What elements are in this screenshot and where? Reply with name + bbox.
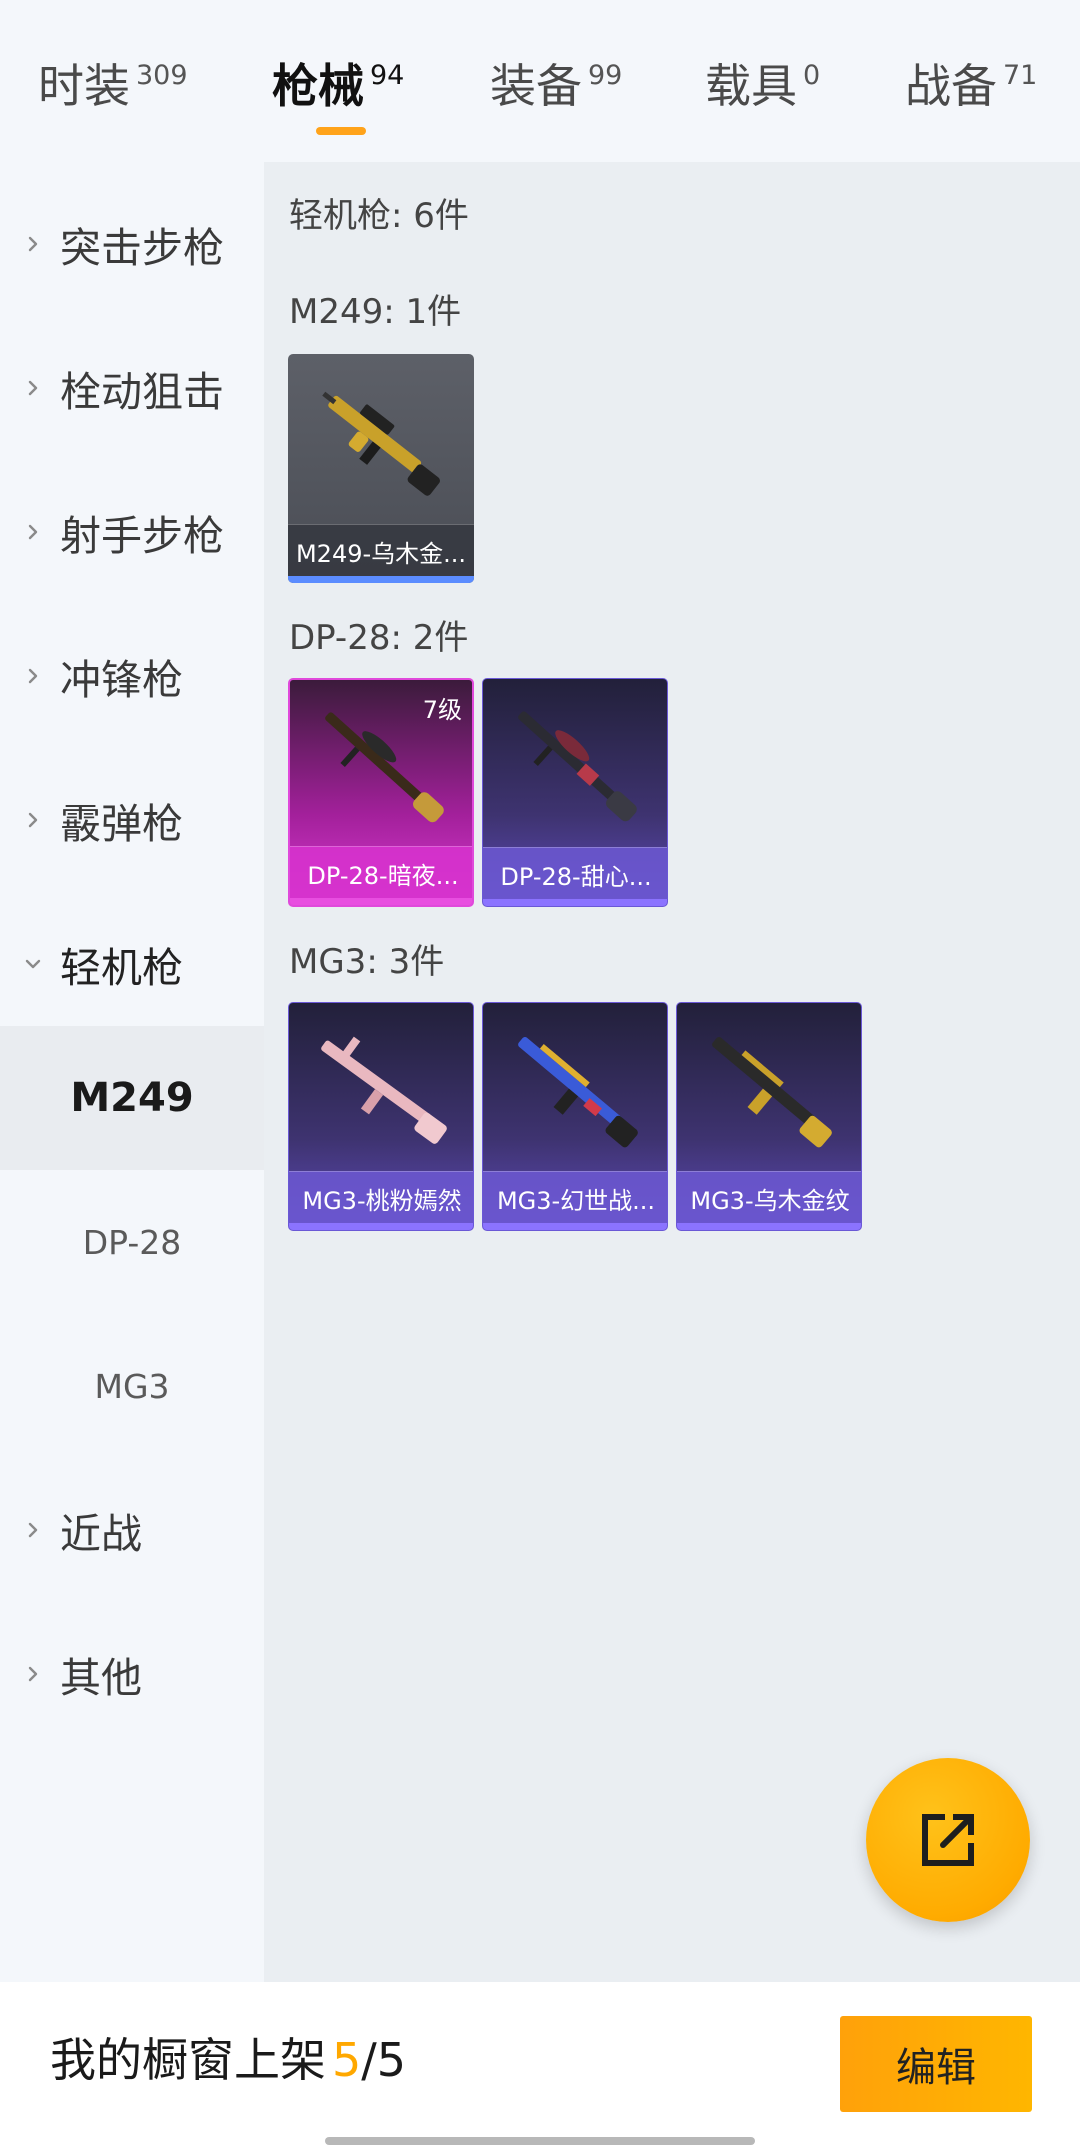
skin-card[interactable]: MG3-桃粉嫣然 <box>288 1002 474 1231</box>
sidebar-item-label: 其他 <box>60 1654 142 1702</box>
chevron-right-icon <box>24 1521 42 1539</box>
skin-card[interactable]: MG3-幻世战... <box>482 1002 668 1231</box>
skin-card[interactable]: DP-28-甜心... <box>482 678 668 907</box>
sidebar-item-marksman-rifle[interactable]: 射手步枪 <box>0 460 264 604</box>
rarity-strip <box>290 898 472 905</box>
sidebar-item-melee[interactable]: 近战 <box>0 1458 264 1602</box>
chevron-down-icon <box>24 955 42 973</box>
group-title-dp28: DP-28: 2件 <box>289 618 469 658</box>
skin-card[interactable]: MG3-乌木金纹 <box>676 1002 862 1231</box>
share-external-icon <box>922 1814 974 1866</box>
tab-label: 载具 <box>705 59 797 113</box>
tab-label: 战备 <box>905 59 997 113</box>
sidebar-item-assault-rifle[interactable]: 突击步枪 <box>0 172 264 316</box>
skin-name: M249-乌木金... <box>288 524 474 577</box>
sidebar-item-label: 射手步枪 <box>60 512 224 560</box>
active-tab-indicator <box>316 127 366 135</box>
tab-vehicles[interactable]: 载具 0 <box>705 56 820 116</box>
lmg-ebony-gold-icon <box>712 1036 832 1148</box>
showcase-status: 我的橱窗上架 5 /5 <box>50 2024 406 2090</box>
showcase-bar: 我的橱窗上架 5 /5 编辑 <box>0 1982 1080 2149</box>
category-tab-bar: 时装 309 枪械 94 装备 99 载具 0 战备 71 <box>0 0 1080 162</box>
sidebar-item-label: 轻机枪 <box>60 944 183 992</box>
rarity-strip <box>483 899 667 906</box>
chevron-right-icon <box>24 523 42 541</box>
sidebar-item-label: 突击步枪 <box>60 224 224 272</box>
tab-count: 71 <box>1003 60 1038 91</box>
chevron-right-icon <box>24 1665 42 1683</box>
weapon-skin-list: 轻机枪: 6件 M249: 1件 M249-乌木金... DP-28: 2件 7… <box>264 162 1080 1982</box>
edit-button[interactable]: 编辑 <box>840 2016 1032 2112</box>
tab-equipment[interactable]: 装备 99 <box>490 56 622 116</box>
skin-name: MG3-乌木金纹 <box>677 1171 861 1224</box>
lmg-blue-gold-icon <box>518 1036 638 1148</box>
skin-name: MG3-桃粉嫣然 <box>289 1171 473 1224</box>
chevron-right-icon <box>24 667 42 685</box>
tab-count: 0 <box>803 60 821 91</box>
skin-name: DP-28-甜心... <box>483 847 667 900</box>
sidebar-item-other[interactable]: 其他 <box>0 1602 264 1746</box>
skin-name: MG3-幻世战... <box>483 1171 667 1224</box>
rarity-strip <box>289 1223 473 1230</box>
tab-count: 309 <box>136 60 188 91</box>
sidebar-item-label: 栓动狙击 <box>60 368 224 416</box>
group-title-m249: M249: 1件 <box>289 292 462 332</box>
home-indicator[interactable] <box>325 2137 755 2145</box>
sidebar-subitem-m249[interactable]: M249 <box>0 1026 264 1170</box>
skin-card[interactable]: M249-乌木金... <box>288 354 474 583</box>
tab-gear[interactable]: 战备 71 <box>905 56 1037 116</box>
rarity-strip <box>677 1223 861 1230</box>
group-title-mg3: MG3: 3件 <box>289 942 445 982</box>
tab-label: 时装 <box>38 59 130 113</box>
chevron-right-icon <box>24 379 42 397</box>
tab-firearms[interactable]: 枪械 94 <box>272 56 404 116</box>
chevron-right-icon <box>24 811 42 829</box>
skin-name: DP-28-暗夜... <box>290 846 472 899</box>
rarity-strip <box>483 1223 667 1230</box>
chevron-right-icon <box>24 235 42 253</box>
tab-label: 枪械 <box>272 59 364 113</box>
sidebar-subitem-mg3[interactable]: MG3 <box>0 1314 264 1458</box>
sidebar-item-bolt-sniper[interactable]: 栓动狙击 <box>0 316 264 460</box>
lmg-gold-icon <box>322 391 440 496</box>
sidebar-item-label: 霰弹枪 <box>60 800 183 848</box>
sidebar-item-smg[interactable]: 冲锋枪 <box>0 604 264 748</box>
skin-card[interactable]: 7级 DP-28-暗夜... <box>288 678 474 907</box>
showcase-total-count: /5 <box>361 2033 407 2087</box>
showcase-current-count: 5 <box>332 2033 362 2087</box>
tab-count: 94 <box>370 60 405 91</box>
level-badge: 7级 <box>422 696 462 724</box>
sidebar-item-label: 近战 <box>60 1510 142 1558</box>
lmg-red-black-icon <box>518 711 637 822</box>
rarity-strip <box>288 576 474 583</box>
sidebar-item-shotgun[interactable]: 霰弹枪 <box>0 748 264 892</box>
sidebar-item-label: 冲锋枪 <box>60 656 183 704</box>
sidebar-item-lmg[interactable]: 轻机枪 <box>0 892 264 1036</box>
lmg-pink-icon <box>321 1036 447 1144</box>
tab-fashion[interactable]: 时装 309 <box>38 56 188 116</box>
tab-label: 装备 <box>490 59 582 113</box>
share-button[interactable] <box>866 1758 1030 1922</box>
tab-count: 99 <box>588 60 623 91</box>
sidebar-subitem-dp28[interactable]: DP-28 <box>0 1170 264 1314</box>
category-total: 轻机枪: 6件 <box>289 196 469 236</box>
weapon-category-sidebar: 突击步枪 栓动狙击 射手步枪 冲锋枪 霰弹枪 轻机枪 M249 DP-28 MG… <box>0 162 264 1982</box>
showcase-label: 我的橱窗上架 <box>50 2033 326 2087</box>
